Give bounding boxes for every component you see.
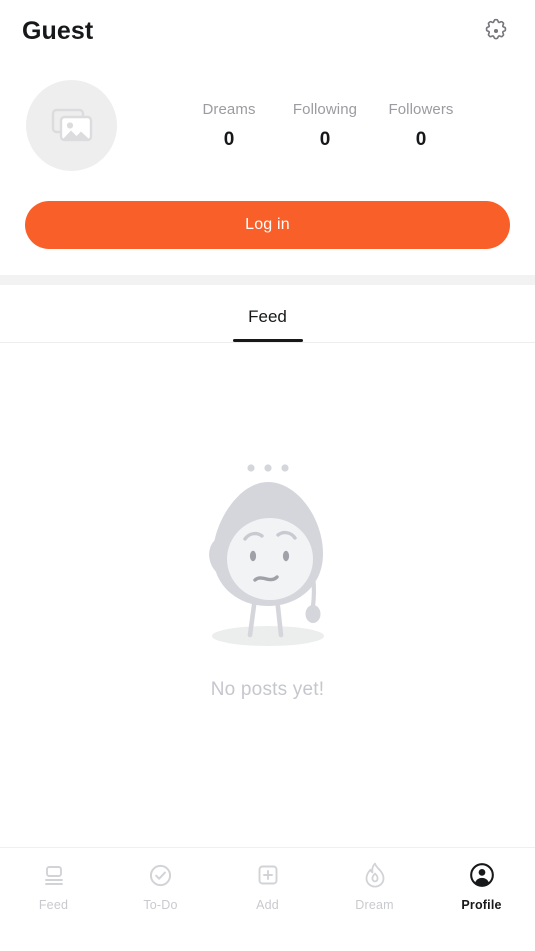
feed-icon [42,860,66,890]
image-placeholder-icon [51,108,92,141]
stat-value: 0 [319,128,331,150]
stat-value: 0 [223,128,235,150]
profile-summary: Dreams 0 Following 0 Followers 0 [0,62,535,171]
nav-label: To-Do [143,898,178,912]
profile-tabs: Feed [0,285,535,343]
feed-content: No posts yet! [0,343,535,847]
confused-blob-character-icon [208,464,324,646]
stat-followers[interactable]: Followers 0 [373,101,469,151]
nav-item-feed[interactable]: Feed [0,860,107,912]
bottom-navigation: Feed To-Do Add Dream Profile [0,847,535,951]
section-divider [0,275,535,285]
nav-label: Profile [461,898,502,912]
tab-feed[interactable]: Feed [232,307,303,342]
stat-label: Followers [388,100,454,118]
stat-dreams[interactable]: Dreams 0 [181,101,277,151]
avatar[interactable] [26,80,117,171]
person-circle-icon [469,860,495,890]
nav-label: Feed [38,898,69,912]
stat-following[interactable]: Following 0 [277,101,373,151]
login-button[interactable]: Log in [25,201,510,249]
tab-label: Feed [248,307,287,326]
nav-label: Dream [355,898,394,912]
stat-label: Dreams [202,100,256,118]
gear-icon [485,18,507,40]
empty-state-message: No posts yet! [210,679,325,700]
app-header: Guest [0,0,535,62]
nav-item-profile[interactable]: Profile [428,860,535,912]
nav-label: Add [256,898,279,912]
nav-item-add[interactable]: Add [214,860,321,912]
nav-item-dream[interactable]: Dream [321,860,428,912]
plus-square-icon [256,860,280,890]
check-circle-icon [148,860,173,890]
login-section: Log in [0,171,535,249]
settings-button[interactable] [479,14,513,48]
tab-active-indicator [232,339,303,342]
flame-icon [363,860,387,890]
stat-value: 0 [415,128,427,150]
page-title: Guest [22,16,94,45]
stat-label: Following [292,100,358,118]
profile-screen: Guest Dreams 0 Following 0 Followers 0 L… [0,0,535,951]
nav-item-todo[interactable]: To-Do [107,860,214,912]
profile-stats: Dreams 0 Following 0 Followers 0 [117,101,513,151]
